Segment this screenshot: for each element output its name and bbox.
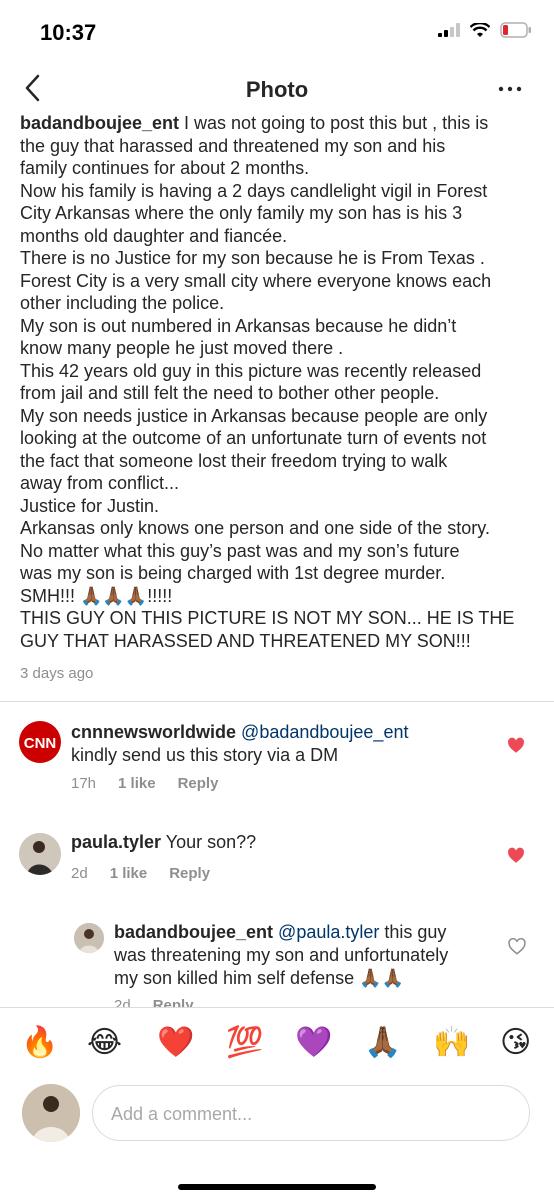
heart-filled-icon[interactable]	[507, 847, 525, 865]
reply-body: my son killed him self defense 🙏🏾🙏🏾	[114, 968, 404, 988]
nav-bar: Photo	[0, 66, 554, 112]
comment-username[interactable]: paula.tyler	[71, 832, 161, 852]
reply-button[interactable]: Reply	[178, 775, 219, 792]
reply-body: was threatening my son and unfortunately	[114, 945, 449, 965]
caption-line: My son needs justice in Arkansas because…	[20, 405, 488, 426]
battery-icon	[500, 22, 531, 38]
comment-like-count[interactable]: 1 like	[110, 865, 148, 882]
reply-meta: 2d Reply	[114, 997, 216, 1007]
caption-line: No matter what this guy’s past was and m…	[20, 540, 460, 561]
heart-filled-icon[interactable]	[507, 737, 525, 755]
caption-line: Forest City is a very small city where e…	[20, 270, 492, 291]
emoji-quick-bar: 🔥 😂 ❤️ 💯 💜 🙏🏾 🙌 😘	[0, 1007, 554, 1078]
more-icon	[498, 86, 522, 92]
purple-heart-emoji-button[interactable]: 💜	[295, 1026, 332, 1060]
comment-body: Your son??	[161, 832, 257, 852]
raised-hands-emoji-button[interactable]: 🙌	[433, 1026, 470, 1060]
caption-line: away from conflict...	[20, 473, 180, 493]
signal-icon	[438, 23, 460, 37]
caption-line: Arkansas only knows one person and one s…	[20, 518, 490, 538]
user-photo-icon	[19, 833, 61, 875]
comment-username[interactable]: cnnnewsworldwide	[71, 722, 236, 742]
more-options-button[interactable]	[490, 74, 530, 104]
wifi-icon	[470, 22, 490, 37]
home-indicator[interactable]	[178, 1184, 376, 1190]
reply-time: 2d	[114, 997, 131, 1007]
comment-like-count[interactable]: 1 like	[118, 775, 156, 792]
comment-input[interactable]	[109, 1086, 513, 1142]
hundred-emoji-button[interactable]: 💯	[226, 1026, 263, 1060]
caption-line: My son is out numbered in Arkansas becau…	[20, 315, 457, 336]
comment-input-container	[92, 1085, 530, 1142]
comment-item: paula.tyler Your son?? 2d 1 like Reply	[0, 811, 554, 901]
heart-emoji-button[interactable]: ❤️	[157, 1026, 194, 1060]
kiss-emoji-button[interactable]: 😘	[500, 1026, 531, 1060]
caption-line: This 42 years old guy in this picture wa…	[20, 360, 482, 381]
status-bar: 10:37	[0, 0, 554, 66]
caption-line: from jail and still felt the need to bot…	[20, 383, 440, 403]
caption-line: SMH!!! 🙏🏾🙏🏾🙏🏾!!!!!	[20, 585, 173, 606]
reply-body: this guy	[379, 922, 447, 942]
caption-text: I was not going to post this but , this …	[179, 113, 489, 133]
caption-timestamp: 3 days ago	[20, 665, 94, 682]
status-time: 10:37	[40, 20, 97, 45]
reply-mention[interactable]: @paula.tyler	[278, 922, 379, 942]
caption-line: know many people he just moved there .	[20, 338, 344, 358]
comment-body: kindly send us this story via a DM	[71, 745, 339, 765]
caption-line: other including the police.	[20, 293, 225, 313]
avatar[interactable]	[74, 923, 104, 953]
caption-line: family continues for about 2 months.	[20, 158, 310, 178]
caption-line: THIS GUY ON THIS PICTURE IS NOT MY SON..…	[20, 608, 515, 628]
heart-outline-icon[interactable]	[508, 938, 526, 956]
status-icons	[438, 22, 532, 38]
caption-line: Justice for Justin.	[20, 495, 160, 516]
comment-mention[interactable]: @badandboujee_ent	[241, 722, 408, 742]
cnn-logo-icon: CNN	[24, 735, 57, 752]
reply-button[interactable]: Reply	[153, 997, 194, 1007]
post-caption: badandboujee_ent I was not going to post…	[20, 112, 540, 652]
comment-time: 17h	[71, 775, 97, 792]
comment-time: 2d	[71, 865, 88, 882]
caption-line: looking at the outcome of an unfortunate…	[20, 428, 487, 448]
caption-line: GUY THAT HARASSED AND THREATENED MY SON!…	[20, 630, 471, 651]
avatar[interactable]	[19, 833, 61, 875]
caption-line: There is no Justice for my son because h…	[20, 248, 485, 268]
user-photo-icon	[22, 1084, 80, 1142]
comment-meta: 2d 1 like Reply	[71, 865, 232, 882]
reply-username[interactable]: badandboujee_ent	[114, 922, 273, 942]
caption-line: City Arkansas where the only family my s…	[20, 203, 463, 223]
current-user-avatar[interactable]	[22, 1084, 80, 1142]
laugh-emoji-button[interactable]: 😂	[87, 1026, 122, 1060]
comment-text: cnnnewsworldwide @badandboujee_ent kindl…	[71, 721, 491, 767]
caption-line: the fact that someone lost their freedom…	[20, 450, 448, 471]
comment-meta: 17h 1 like Reply	[71, 775, 240, 792]
caption-line: Now his family is having a 2 days candle…	[20, 180, 488, 201]
cnn-logo-text: CNN	[24, 735, 57, 752]
reply-item: badandboujee_ent @paula.tyler this guy w…	[0, 901, 554, 1007]
page-title: Photo	[245, 77, 309, 102]
reply-button[interactable]: Reply	[169, 865, 210, 882]
caption-username[interactable]: badandboujee_ent	[20, 113, 179, 133]
avatar[interactable]: CNN	[19, 721, 61, 763]
caption-first-line: badandboujee_ent I was not going to post…	[20, 112, 540, 135]
caption-line: the guy that harassed and threatened my …	[20, 135, 446, 156]
fire-emoji-button[interactable]: 🔥	[21, 1026, 58, 1060]
caption-line: was my son is being charged with 1st deg…	[20, 563, 446, 583]
reply-text: badandboujee_ent @paula.tyler this guy w…	[114, 921, 494, 990]
caption-line: months old daughter and fiancée.	[20, 225, 288, 246]
user-photo-icon	[74, 923, 104, 953]
pray-emoji-button[interactable]: 🙏🏾	[364, 1026, 401, 1060]
comment-item: CNN cnnnewsworldwide @badandboujee_ent k…	[0, 701, 554, 811]
comment-text: paula.tyler Your son??	[71, 831, 491, 854]
